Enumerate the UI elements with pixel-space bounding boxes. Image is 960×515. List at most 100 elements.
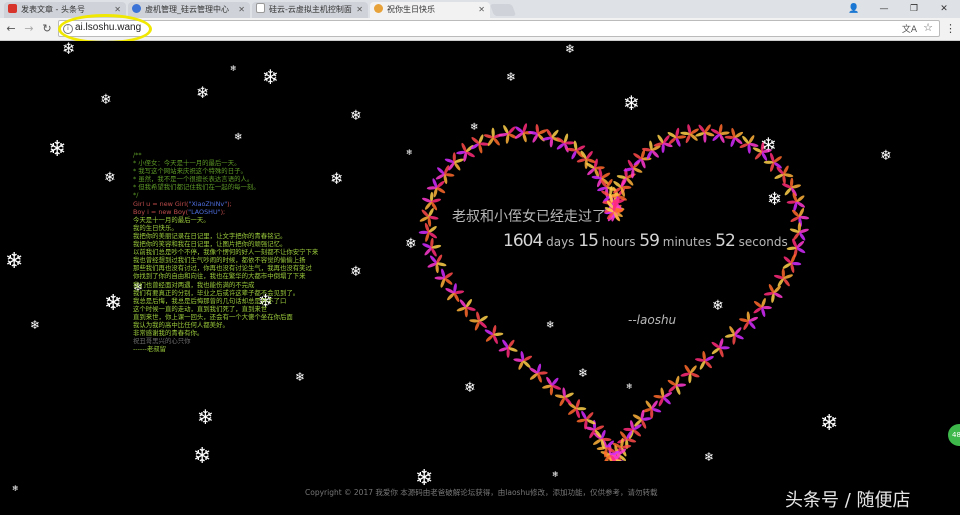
heart-petal-cluster [789, 222, 809, 241]
heart-petal-cluster [695, 124, 715, 143]
code-line: 以前我们总是吵个不停，我像个愣何的好人一刻都不让你安宁下来 [133, 248, 319, 257]
code-line: 祝丑哥黑兴的心只你 [133, 337, 191, 346]
timer-minutes-unit: minutes [662, 235, 712, 249]
snowflake-icon: ❄ [234, 132, 243, 143]
snowflake-icon: ❄ [100, 92, 112, 108]
code-line: 我也曾经想到过我们生气吵闹的时候，都依不容觉的偷偷上扬 [133, 256, 306, 265]
code-line: 直到来世，你上课一回头，还会有一个大傻个坐在你后面 [133, 312, 293, 321]
snowflake-icon: ❄ [350, 108, 362, 124]
code-line: * 但我希望我们都记住我们在一起的每一刻。 [133, 183, 260, 192]
timer-days: 1604 [503, 231, 543, 251]
timer-hours: 15 [578, 231, 599, 251]
heart-petal-cluster [542, 376, 562, 396]
code-line: 我把你的笑容和我在日记里，让图片把你的顽强记忆。 [133, 240, 287, 249]
back-button[interactable]: ← [4, 21, 18, 37]
watermark: 头条号 / 随便店 [785, 490, 911, 511]
together-message: 老叔和小侄女已经走过了 [452, 209, 606, 225]
snowflake-icon: ❄ [196, 83, 210, 102]
code-line: * 虽然，我不是一个很擅长表达言语的人。 [133, 175, 254, 184]
code-line: 我们也曾经面对两遇，我也能伤满的不完成 [133, 280, 255, 289]
side-badge[interactable]: 48 [948, 424, 960, 446]
snowflake-icon: ❄ [880, 148, 892, 164]
code-line: */ [133, 191, 139, 200]
timer-days-unit: days [546, 235, 575, 249]
snowflake-icon: ❄ [62, 41, 76, 58]
snowflake-icon: ❄ [104, 291, 123, 316]
letter-code-block: /** * 小侄女：今天是十一月的最后一天。 * 我写这个网站来庆祝这个特殊的日… [133, 151, 403, 353]
birthday-page: ❄ ❄ ❄ ❄ ❄ ❄ ❄ ❄ ❄ ❄ ❄ ❄ ❄ ❄ ❄ ❄ ❄ ❄ ❄ ❄ ❄ ❄ ❄ ❄ ❄ ❄ ❄ ❄ ❄ ❄ ❄ ❄ ❄ ❄ ❄ ❄ ❄ ❄ /… [0, 41, 960, 515]
translate-icon[interactable]: 文A [902, 22, 917, 35]
code-line: ------老叔留 [133, 345, 167, 354]
code-line: 我把你的美丽记录在日记里，让文字把你的青春铭记。 [133, 231, 287, 240]
close-tab-icon[interactable]: ✕ [478, 2, 485, 18]
code-line: 那些我们再也没有讨过，你再也没有讨论生气，我再也没有笑过 [133, 264, 312, 273]
heart-petal-cluster [427, 254, 447, 274]
heart-petal-cluster [422, 191, 442, 211]
code-line: 非常感谢我的青春有你。 [133, 329, 204, 338]
timer-seconds: 52 [715, 231, 736, 251]
tab-label: 祝你生日快乐 [387, 5, 435, 14]
code-line: 我认为我的高中比任何人都美好。 [133, 320, 229, 329]
copyright-footer: Copyright © 2017 我爱你 本源码由老爸破解论坛获得，由laosh… [305, 488, 658, 497]
close-tab-icon[interactable]: ✕ [356, 2, 363, 18]
toutiao-favicon-icon [8, 4, 17, 13]
profile-icon[interactable]: 👤 [842, 0, 866, 18]
code-line: * 小侄女：今天是十一月的最后一天。 [133, 159, 241, 168]
tab-strip: 发表文章 - 头条号 ✕ 虚机管理_硅云管理中心 ✕ 硅云-云虚拟主机控制面 ✕ 祝你… [0, 0, 960, 18]
code-line: 我总是后悔，我总是后悔那曾的几句话却总是开不了口 [133, 296, 287, 305]
signature: --laoshu [628, 313, 677, 327]
tab-label: 硅云-云虚拟主机控制面 [269, 5, 352, 14]
new-tab-button[interactable] [489, 4, 517, 16]
code-line: Girl u = new Girl("XiaoZhiNv"); [133, 199, 232, 208]
cloud-favicon-icon [132, 4, 141, 13]
snowflake-icon: ❄ [565, 42, 576, 56]
heart-petal-cluster [724, 326, 744, 345]
heart-petal-cluster [711, 338, 730, 358]
close-tab-icon[interactable]: ✕ [238, 2, 245, 18]
close-window-button[interactable]: ✕ [932, 0, 956, 18]
bookmark-star-icon[interactable]: ☆ [923, 21, 933, 34]
tab-label: 发表文章 - 头条号 [21, 5, 85, 14]
code-line: 我们有要真正的分别，毕业之后或许这辈子都不会见到了。 [133, 288, 300, 297]
snowflake-icon: ❄ [30, 318, 41, 332]
snowflake-icon: ❄ [552, 470, 559, 479]
code-line: * 我写这个网站来庆祝这个特殊的日子。 [133, 167, 247, 176]
snowflake-icon: ❄ [104, 170, 116, 186]
snowflake-icon: ❄ [12, 484, 19, 493]
snowflake-icon: ❄ [193, 444, 212, 469]
tab-birthday[interactable]: 祝你生日快乐 ✕ [370, 2, 490, 18]
tab-hosting-panel[interactable]: 硅云-云虚拟主机控制面 ✕ [252, 2, 368, 18]
forward-button[interactable]: → [22, 21, 36, 37]
page-favicon-icon [256, 3, 265, 13]
snowflake-icon: ❄ [230, 64, 237, 73]
code-line: Boy i = new Boy("LAOSHU"); [133, 207, 226, 216]
address-bar[interactable]: i ai.lsoshu.wang 文A ☆ [58, 20, 940, 37]
timer-minutes: 59 [639, 231, 660, 251]
heart-petal-cluster [418, 222, 437, 242]
snowflake-icon: ❄ [5, 249, 24, 274]
minimize-button[interactable]: — [872, 0, 896, 18]
code-line: 你找到了你的自由和向往，我也在繁华的大都市中倒塌了下来 [133, 272, 306, 281]
snowflake-icon: ❄ [48, 137, 67, 162]
birthday-favicon-icon [374, 4, 383, 13]
code-line: 今天是十一月的最后一天。 [133, 215, 210, 224]
elapsed-timer: 1604 days 15 hours 59 minutes 52 seconds [503, 231, 788, 251]
heart-petal-cluster [753, 297, 772, 318]
snowflake-icon: ❄ [295, 370, 306, 384]
heart-petal-cluster [469, 311, 488, 331]
code-line: 这个时候一直的走动，直到我们死了，直到来世 [133, 304, 268, 313]
tab-label: 虚机管理_硅云管理中心 [145, 5, 229, 14]
heart-petal-cluster [680, 364, 700, 384]
reload-button[interactable]: ↻ [40, 21, 54, 37]
snowflake-icon: ❄ [197, 405, 214, 429]
browser-menu-icon[interactable]: ⋮ [945, 22, 956, 35]
snowflake-icon: ❄ [262, 65, 279, 89]
petal-heart [418, 123, 810, 461]
maximize-button[interactable]: ❐ [902, 0, 926, 18]
timer-hours-unit: hours [601, 235, 636, 249]
timer-seconds-unit: seconds [738, 235, 788, 249]
tab-vm-manage[interactable]: 虚机管理_硅云管理中心 ✕ [128, 2, 250, 18]
code-line: 我的生日快乐。 [133, 223, 178, 232]
url-highlight-annotation [58, 14, 152, 44]
heart-petal-cluster [483, 127, 503, 147]
